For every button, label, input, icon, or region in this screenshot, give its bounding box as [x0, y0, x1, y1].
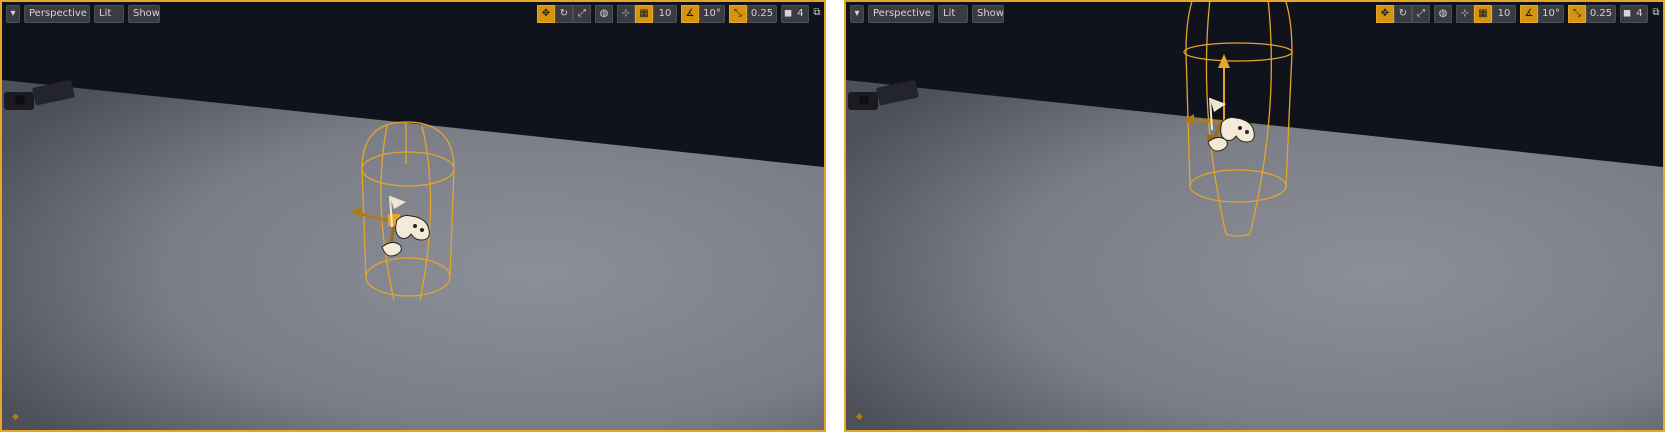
- axis-indicator-icon: ◆: [12, 412, 19, 422]
- view-mode-button[interactable]: Perspective: [868, 5, 934, 23]
- view-mode-button[interactable]: Perspective: [24, 5, 90, 23]
- surface-snap-icon: ⊹: [1460, 8, 1470, 19]
- viewport-options-button[interactable]: ▾: [850, 5, 864, 23]
- scale-snap-toggle[interactable]: ⤡: [1568, 5, 1586, 23]
- grid-snap-value-label: 10: [1497, 8, 1511, 19]
- rotation-snap-toggle[interactable]: ∡: [1520, 5, 1538, 23]
- camera-speed-label: 4: [1636, 8, 1643, 19]
- viewport-left[interactable]: ▾ Perspective Lit Show ✥ ↻ ⤢ ◍ ⊹ ▦ 10 ∡ …: [0, 0, 826, 432]
- maximize-button[interactable]: ⧉: [1649, 5, 1663, 23]
- show-button[interactable]: Show: [972, 5, 1004, 23]
- viewport-right[interactable]: ▾ Perspective Lit Show ✥ ↻ ⤢ ◍ ⊹ ▦ 10 ∡ …: [844, 0, 1665, 432]
- translate-mode-button[interactable]: ✥: [537, 5, 555, 23]
- lighting-button[interactable]: Lit: [938, 5, 968, 23]
- rotation-snap-value[interactable]: 10°: [1538, 5, 1564, 23]
- grid-icon: ▦: [1478, 8, 1488, 19]
- surface-snap-button[interactable]: ⊹: [617, 5, 635, 23]
- viewport-toolbar: ▾ Perspective Lit Show ✥ ↻ ⤢ ◍ ⊹ ▦ 10 ∡ …: [2, 5, 824, 25]
- grid-snap-toggle[interactable]: ▦: [1474, 5, 1492, 23]
- rotation-snap-value-label: 10°: [1542, 8, 1560, 19]
- view-mode-label: Perspective: [29, 8, 87, 19]
- coordinate-space-button[interactable]: ◍: [1434, 5, 1452, 23]
- rotation-snap-value[interactable]: 10°: [699, 5, 725, 23]
- chevron-down-icon: ▾: [854, 8, 860, 19]
- scale-snap-value[interactable]: 0.25: [747, 5, 777, 23]
- scene-left[interactable]: [2, 2, 824, 430]
- scale-snap-value-label: 0.25: [1589, 8, 1613, 19]
- translate-mode-button[interactable]: ✥: [1376, 5, 1394, 23]
- lighting-label: Lit: [99, 8, 112, 19]
- scene-right[interactable]: [846, 2, 1663, 430]
- camera-speed-label: 4: [797, 8, 804, 19]
- rotate-mode-button[interactable]: ↻: [555, 5, 573, 23]
- scale-mode-button[interactable]: ⤢: [573, 5, 591, 23]
- coordinate-space-button[interactable]: ◍: [595, 5, 613, 23]
- scale-snap-toggle[interactable]: ⤡: [729, 5, 747, 23]
- globe-icon: ◍: [599, 8, 609, 19]
- floor-plane: [2, 80, 824, 430]
- view-mode-label: Perspective: [873, 8, 931, 19]
- scale-snap-value-label: 0.25: [750, 8, 774, 19]
- maximize-icon: ⧉: [813, 7, 821, 18]
- lighting-label: Lit: [943, 8, 956, 19]
- rotation-snap-toggle[interactable]: ∡: [681, 5, 699, 23]
- rotate-icon: ↻: [559, 8, 569, 19]
- grid-icon: ▦: [639, 8, 649, 19]
- grid-snap-value[interactable]: 10: [1492, 5, 1516, 23]
- camera-speed-button[interactable]: ◼ 4: [781, 5, 809, 23]
- viewport-options-button[interactable]: ▾: [6, 5, 20, 23]
- chevron-down-icon: ▾: [10, 8, 16, 19]
- camera-speed-button[interactable]: ◼ 4: [1620, 5, 1648, 23]
- angle-icon: ∡: [1524, 8, 1534, 19]
- show-button[interactable]: Show: [128, 5, 160, 23]
- rotation-snap-value-label: 10°: [703, 8, 721, 19]
- show-label: Show: [977, 8, 1004, 19]
- scale-snap-icon: ⤡: [1573, 8, 1581, 19]
- scale-icon: ⤢: [1417, 8, 1425, 19]
- surface-snap-icon: ⊹: [621, 8, 631, 19]
- rotate-mode-button[interactable]: ↻: [1394, 5, 1412, 23]
- lighting-button[interactable]: Lit: [94, 5, 124, 23]
- camera-icon: ◼: [1622, 8, 1632, 19]
- axis-indicator-icon: ◆: [856, 412, 863, 422]
- scale-snap-value[interactable]: 0.25: [1586, 5, 1616, 23]
- rotate-icon: ↻: [1398, 8, 1408, 19]
- camera-icon: ◼: [783, 8, 793, 19]
- move-icon: ✥: [541, 8, 551, 19]
- scale-icon: ⤢: [578, 8, 586, 19]
- show-label: Show: [133, 8, 160, 19]
- maximize-icon: ⧉: [1652, 7, 1660, 18]
- grid-snap-value-label: 10: [658, 8, 672, 19]
- angle-icon: ∡: [685, 8, 695, 19]
- scale-mode-button[interactable]: ⤢: [1412, 5, 1430, 23]
- viewport-toolbar: ▾ Perspective Lit Show ✥ ↻ ⤢ ◍ ⊹ ▦ 10 ∡ …: [846, 5, 1663, 25]
- globe-icon: ◍: [1438, 8, 1448, 19]
- move-icon: ✥: [1380, 8, 1390, 19]
- grid-snap-toggle[interactable]: ▦: [635, 5, 653, 23]
- grid-snap-value[interactable]: 10: [653, 5, 677, 23]
- scale-snap-icon: ⤡: [734, 8, 742, 19]
- maximize-button[interactable]: ⧉: [810, 5, 824, 23]
- surface-snap-button[interactable]: ⊹: [1456, 5, 1474, 23]
